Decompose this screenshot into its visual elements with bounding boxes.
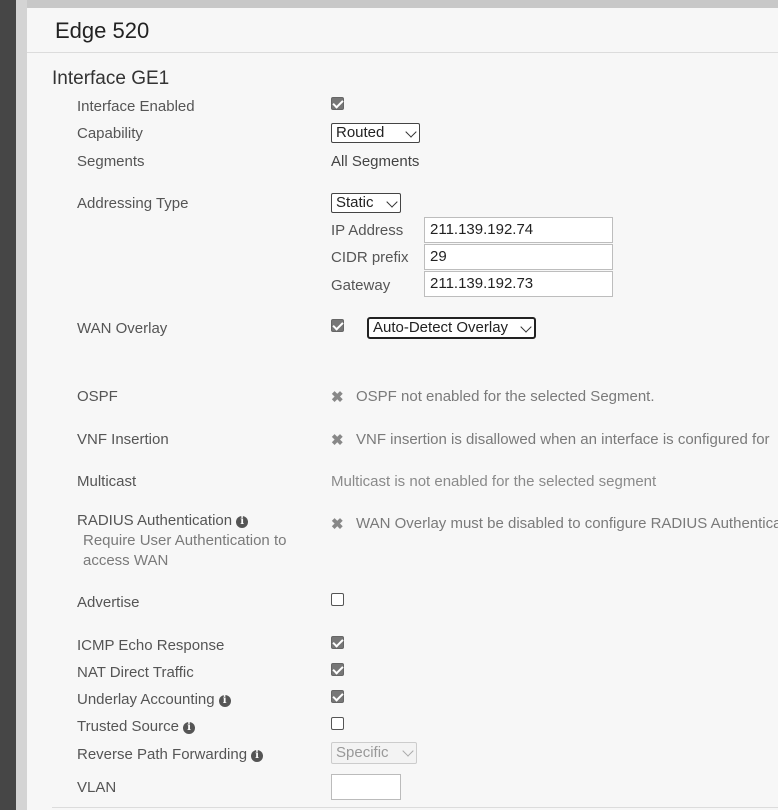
- ip-address-label: IP Address: [331, 222, 404, 239]
- left-sidebar: [0, 0, 16, 810]
- interface-settings-panel: Edge 520 Interface GE1 Interface Enabled…: [27, 8, 778, 810]
- section-title: Interface GE1: [52, 68, 170, 89]
- segments-value: All Segments: [331, 153, 420, 170]
- wan-overlay-select[interactable]: Auto-Detect Overlay: [367, 317, 536, 339]
- capability-select-value: Routed: [336, 124, 385, 141]
- chevron-down-icon: [520, 321, 532, 333]
- vlan-input[interactable]: [331, 774, 401, 800]
- ospf-message: OSPF not enabled for the selected Segmen…: [356, 388, 655, 405]
- info-icon[interactable]: i: [236, 516, 249, 528]
- underlay-accounting-checkbox[interactable]: [331, 690, 344, 703]
- x-icon: ✖: [331, 432, 344, 449]
- vnf-insertion-label: VNF Insertion: [77, 431, 169, 448]
- divider: [52, 807, 778, 808]
- underlay-accounting-label-text: Underlay Accounting: [77, 691, 215, 708]
- info-icon[interactable]: i: [251, 750, 264, 762]
- panel-gutter: [16, 0, 27, 810]
- capability-select[interactable]: Routed: [331, 123, 420, 143]
- capability-label: Capability: [77, 125, 143, 142]
- vnf-insertion-message: VNF insertion is disallowed when an inte…: [356, 431, 770, 448]
- panel-title: Edge 520: [55, 18, 150, 43]
- chevron-down-icon: [402, 745, 414, 757]
- x-icon: ✖: [331, 516, 344, 533]
- chevron-down-icon: [405, 126, 417, 138]
- top-bar: [0, 0, 778, 8]
- info-icon[interactable]: i: [218, 695, 231, 707]
- radius-authentication-label-text: RADIUS Authentication: [77, 512, 233, 529]
- advertise-label: Advertise: [77, 594, 140, 611]
- underlay-accounting-label: Underlay Accounting i: [77, 691, 231, 708]
- addressing-type-select-value: Static: [336, 194, 374, 211]
- info-icon[interactable]: i: [183, 722, 195, 734]
- cidr-prefix-input[interactable]: 29: [424, 244, 613, 270]
- addressing-type-select[interactable]: Static: [331, 193, 401, 213]
- trusted-source-label-text: Trusted Source: [77, 718, 179, 735]
- reverse-path-forwarding-label: Reverse Path Forwarding i: [77, 746, 264, 763]
- ip-address-input[interactable]: 211.139.192.74: [424, 217, 613, 243]
- chevron-down-icon: [386, 196, 398, 208]
- reverse-path-forwarding-label-text: Reverse Path Forwarding: [77, 746, 248, 763]
- reverse-path-forwarding-select: Specific: [331, 742, 417, 764]
- gateway-input[interactable]: 211.139.192.73: [424, 271, 613, 297]
- addressing-type-label: Addressing Type: [77, 195, 189, 212]
- icmp-echo-response-label: ICMP Echo Response: [77, 637, 225, 654]
- wan-overlay-select-value: Auto-Detect Overlay: [373, 319, 509, 336]
- wan-overlay-label: WAN Overlay: [77, 320, 168, 337]
- radius-authentication-label: RADIUS Authentication i: [77, 512, 249, 529]
- nat-direct-traffic-checkbox[interactable]: [331, 663, 344, 676]
- icmp-echo-response-checkbox[interactable]: [331, 636, 344, 649]
- interface-enabled-label: Interface Enabled: [77, 98, 195, 115]
- cidr-prefix-label: CIDR prefix: [331, 249, 409, 266]
- radius-authentication-message: WAN Overlay must be disabled to configur…: [356, 515, 778, 532]
- wan-overlay-checkbox[interactable]: [331, 319, 344, 332]
- radius-authentication-sublabel: Require User Authentication to access WA…: [83, 532, 287, 569]
- trusted-source-checkbox[interactable]: [331, 717, 344, 730]
- ospf-label: OSPF: [77, 388, 118, 405]
- multicast-message: Multicast is not enabled for the selecte…: [331, 473, 657, 490]
- nat-direct-traffic-label: NAT Direct Traffic: [77, 664, 194, 681]
- x-icon: ✖: [331, 389, 344, 406]
- gateway-label: Gateway: [331, 277, 391, 294]
- reverse-path-forwarding-select-value: Specific: [336, 744, 389, 761]
- trusted-source-label: Trusted Source i: [77, 718, 195, 735]
- divider: [27, 52, 778, 53]
- segments-label: Segments: [77, 153, 145, 170]
- interface-enabled-checkbox[interactable]: [331, 97, 344, 110]
- vlan-label: VLAN: [77, 779, 117, 796]
- multicast-label: Multicast: [77, 473, 137, 490]
- advertise-checkbox[interactable]: [331, 593, 344, 606]
